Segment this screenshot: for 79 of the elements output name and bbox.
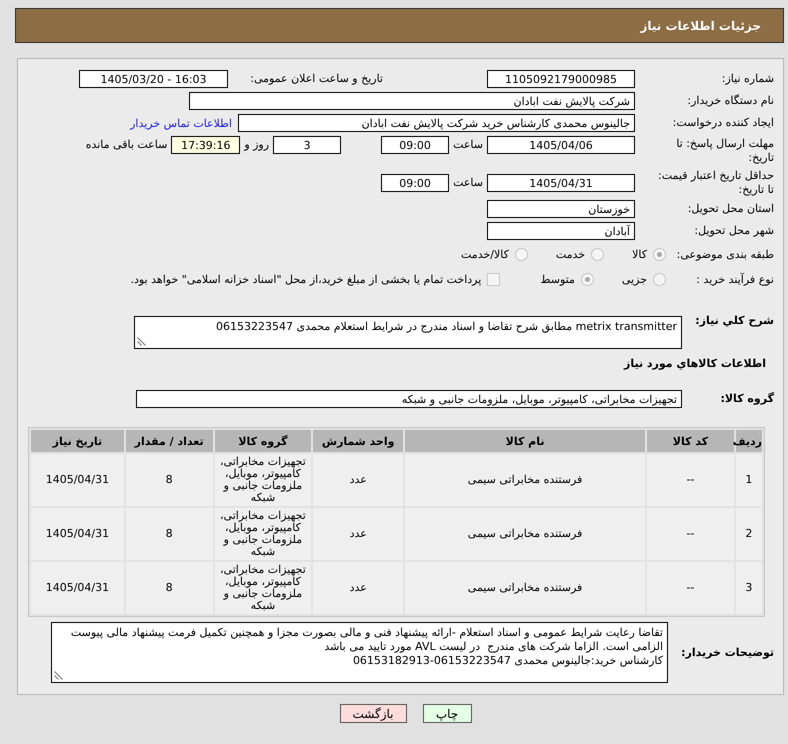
- province-field[interactable]: خوزستان: [487, 200, 635, 218]
- radio-button[interactable]: [580, 273, 594, 286]
- column-header: کد کالا: [647, 430, 734, 452]
- city-field[interactable]: آبادان: [487, 222, 635, 240]
- field-label: طبقه بندی موضوعی:: [676, 248, 774, 262]
- column-header: ردیف: [736, 430, 762, 452]
- field-label: نام دستگاه خریدار:: [686, 94, 774, 108]
- table-cell: فرستنده مخابراتی سیمی: [405, 454, 646, 506]
- checkbox-label: پرداخت تمام یا بخشی از مبلغ خرید،از محل "اسناد خزانه اسلامی" خواهد بود.: [130, 273, 482, 286]
- field-label: ایجاد کننده درخواست:: [672, 116, 774, 130]
- field-label: شهر محل تحویل:: [693, 224, 774, 238]
- field-label: مهلت ارسال پاسخ: تا تاریخ:: [675, 136, 774, 165]
- checkbox[interactable]: [487, 273, 500, 286]
- field-label: توضیحات خریدار:: [680, 646, 774, 660]
- field-label: شماره نیاز:: [720, 72, 774, 86]
- resize-grip-icon[interactable]: [54, 671, 63, 680]
- radio-label: خدمت: [556, 248, 586, 261]
- buyer-org-field[interactable]: شرکت پالایش نفت ابادان: [189, 92, 635, 110]
- remaining-label: ساعت باقی مانده: [86, 137, 168, 153]
- need-number-field[interactable]: 1105092179000985: [487, 70, 635, 88]
- validity-date-field[interactable]: 1405/04/31: [487, 174, 635, 192]
- time-label: ساعت: [453, 137, 483, 153]
- announcement-date-field[interactable]: 1405/03/20 - 16:03: [79, 70, 228, 88]
- table-cell: 8: [126, 454, 213, 506]
- table-cell: 2: [736, 508, 762, 560]
- back-button[interactable]: بازگشت: [340, 704, 406, 723]
- radio-button[interactable]: [653, 248, 666, 261]
- radio-label: کالا: [632, 248, 647, 261]
- table-cell: 1405/04/31: [31, 562, 124, 614]
- column-header: گروه کالا: [214, 430, 312, 452]
- field-label: استان محل تحویل:: [686, 202, 774, 216]
- page-title: جزئیات اطلاعات نیاز: [640, 18, 761, 32]
- field-label: تاریخ و ساعت اعلان عمومی:: [249, 72, 383, 86]
- table-cell: عدد: [313, 508, 404, 560]
- column-header: واحد شمارش: [313, 430, 404, 452]
- goods-group-field[interactable]: تجهیزات مخابراتی، کامپیوتر، موبایل، ملزومات جانبی و شبکه: [136, 390, 682, 408]
- field-label: حداقل تاریخ اعتبار قیمت: تا تاریخ:: [657, 169, 774, 197]
- table-cell: عدد: [313, 562, 404, 614]
- table-cell: 1405/04/31: [31, 454, 124, 506]
- field-label: نوع فرآیند خرید :: [695, 272, 774, 286]
- days-field[interactable]: 3: [273, 136, 342, 154]
- days-label: روز و: [244, 137, 270, 153]
- summary-field[interactable]: metrix transmitter مطابق شرح تقاضا و اسناد مندرج در شرایط استعلام محمدی 06153223547: [134, 316, 682, 349]
- table-cell: عدد: [313, 454, 404, 506]
- table-cell: فرستنده مخابراتی سیمی: [405, 508, 646, 560]
- field-label: شرح کلي نياز:: [694, 314, 774, 328]
- table-cell: 1: [736, 454, 762, 506]
- radio-button[interactable]: [653, 273, 666, 286]
- table-cell: --: [647, 454, 734, 506]
- print-button[interactable]: چاپ: [422, 704, 472, 723]
- validity-time-field[interactable]: 09:00: [381, 174, 450, 192]
- radio-label: متوسط: [540, 273, 575, 286]
- table-cell: تجهیزات مخابراتی، کامپیوتر، موبایل، ملزومات جانبی و شبکه: [214, 508, 312, 560]
- time-label: ساعت: [453, 175, 483, 191]
- radio-button[interactable]: [591, 248, 604, 261]
- table-cell: 3: [736, 562, 762, 614]
- table-cell: تجهیزات مخابراتی، کامپیوتر، موبایل، ملزومات جانبی و شبکه: [214, 562, 312, 614]
- table-cell: فرستنده مخابراتی سیمی: [405, 562, 646, 614]
- contact-info-link[interactable]: اطلاعات تماس خریدار: [130, 116, 232, 130]
- radio-label: جزیی: [622, 273, 647, 286]
- field-label: گروه کالا:: [719, 392, 774, 406]
- table-cell: --: [647, 562, 734, 614]
- table-cell: 8: [126, 508, 213, 560]
- table-cell: تجهیزات مخابراتی، کامپیوتر، موبایل، ملزومات جانبی و شبکه: [214, 454, 312, 506]
- deadline-time-field[interactable]: 09:00: [381, 136, 450, 154]
- table-cell: 8: [126, 562, 213, 614]
- column-header: تاریخ نیاز: [31, 430, 124, 452]
- radio-button[interactable]: [514, 248, 528, 261]
- column-header: نام کالا: [405, 430, 646, 452]
- radio-label: کالا/خدمت: [461, 248, 509, 261]
- column-header: تعداد / مقدار: [126, 430, 213, 452]
- table-cell: 1405/04/31: [31, 508, 124, 560]
- requester-field[interactable]: جالینوس محمدی کارشناس خرید شرکت پالایش نفت ابادان: [238, 114, 635, 132]
- section-title: اطلاعات کالاهاي مورد نياز: [622, 356, 766, 371]
- table-cell: --: [647, 508, 734, 560]
- remaining-time-field[interactable]: 17:39:16: [171, 136, 240, 154]
- deadline-date-field[interactable]: 1405/04/06: [487, 136, 635, 154]
- resize-grip-icon[interactable]: [137, 337, 146, 346]
- buyer-notes-field[interactable]: تقاضا رعایت شرایط عمومی و اسناد استعلام -ارائه پیشنهاد فنی و مالی بصورت مجزا و همچنین تکمیل فرمت پیشنهاد مالی پیوست الزامی است. الزاما شرکت های مندرج در لیست AVL مورد تایید می باشد کارشناس خرید:جالینوس محمدی 06153223547-06153182913: [51, 622, 668, 683]
